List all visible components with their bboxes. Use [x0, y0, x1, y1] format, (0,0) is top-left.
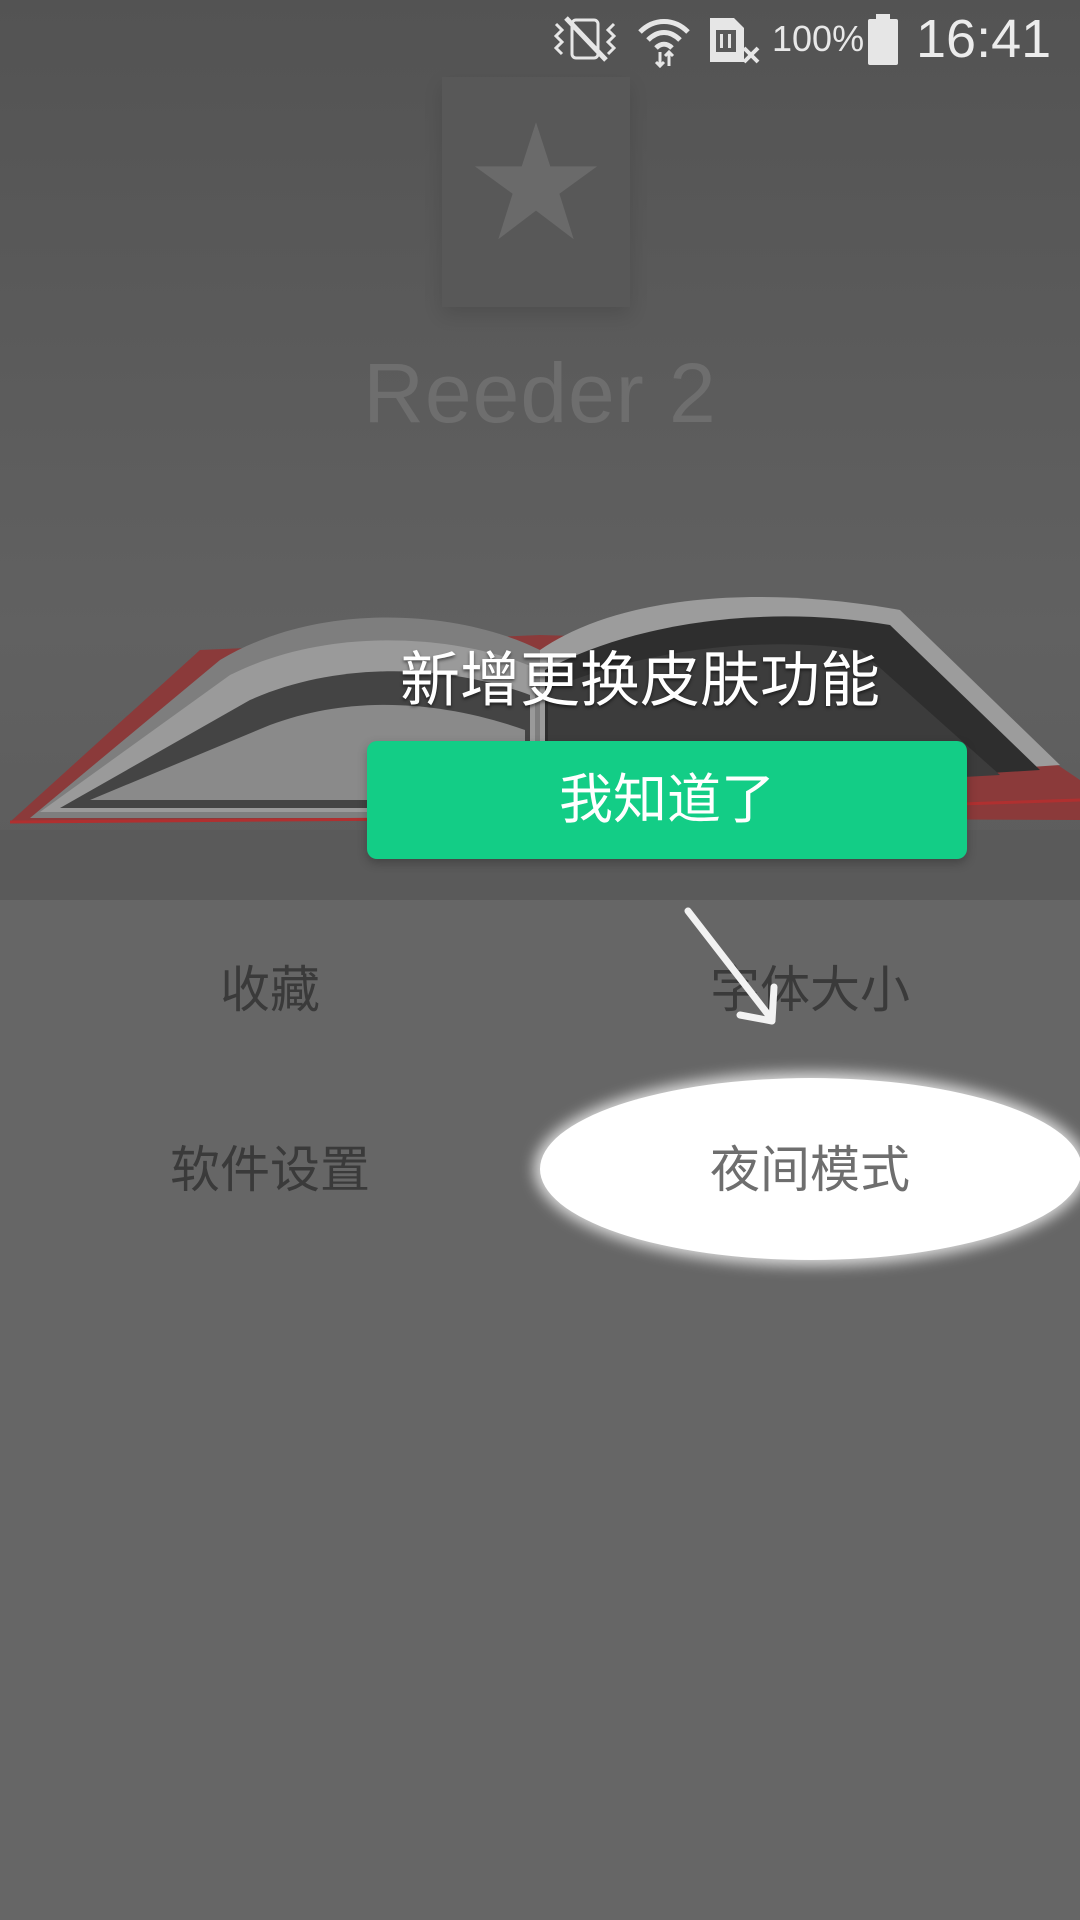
clock: 16:41 [916, 9, 1052, 69]
menu-item-night-mode[interactable]: 夜间模式 [540, 1080, 1080, 1260]
app-logo [442, 77, 630, 307]
got-it-button[interactable]: 我知道了 [367, 741, 967, 859]
battery-icon [868, 14, 898, 65]
pointer-arrow-icon [684, 907, 778, 1025]
status-bar: 100% 16:41 [0, 0, 1080, 78]
battery-percent: 100% [772, 18, 865, 59]
wifi-icon [638, 19, 690, 68]
menu-item-settings[interactable]: 软件设置 [0, 1080, 540, 1260]
app-name: Reeder 2 [363, 346, 717, 440]
sim-card-no-signal-icon [710, 18, 760, 64]
app-screen: Reeder 2 100% 16:41 新增更换皮肤功能 我知道了 收藏 字体大… [0, 0, 1080, 1920]
onboarding-message: 新增更换皮肤功能 [400, 646, 880, 716]
menu-item-favorites[interactable]: 收藏 [0, 900, 540, 1080]
vibrate-mute-icon [553, 16, 617, 62]
star-icon [474, 122, 598, 240]
menu-grid: 收藏 字体大小 软件设置 夜间模式 [0, 900, 1080, 1260]
menu-item-font-size[interactable]: 字体大小 [540, 900, 1080, 1080]
